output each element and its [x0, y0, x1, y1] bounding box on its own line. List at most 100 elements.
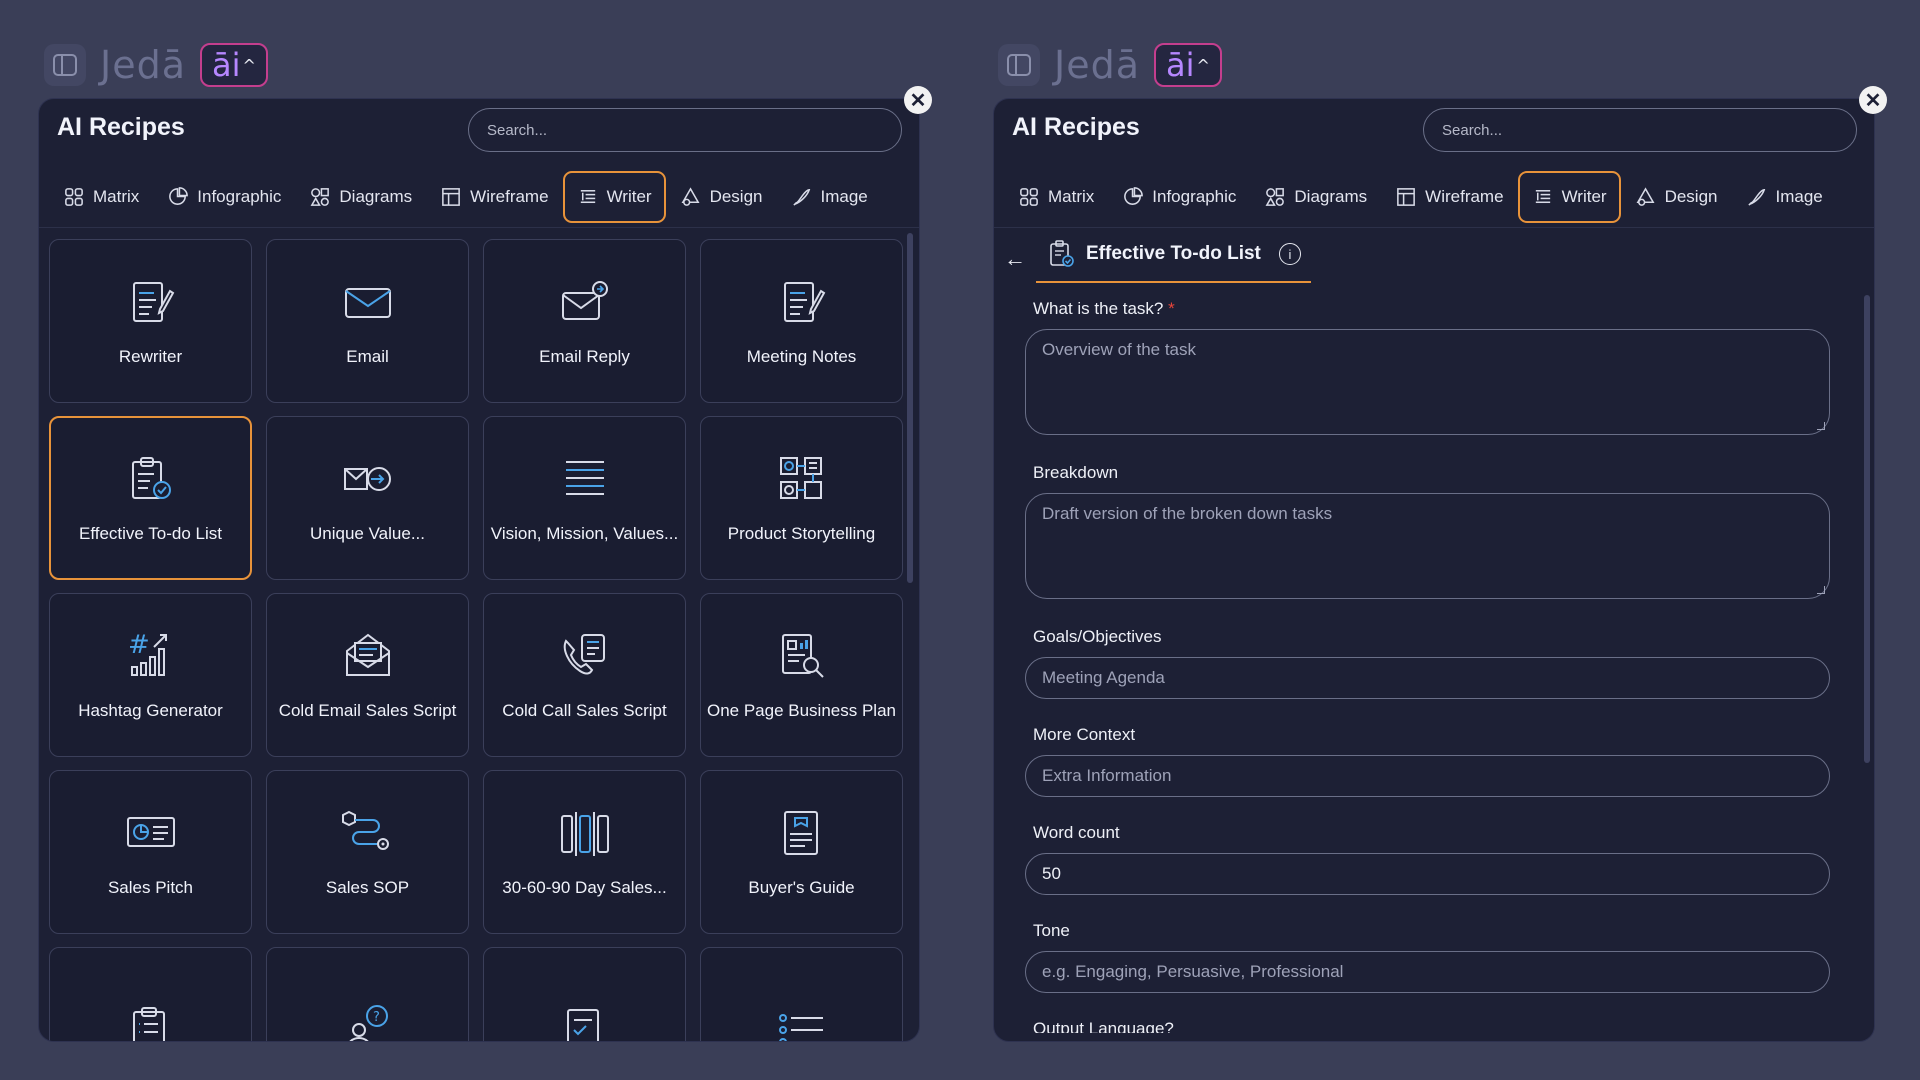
shapes-icon	[1265, 188, 1285, 206]
recipe-card[interactable]	[483, 947, 686, 1041]
sidebar-icon	[1007, 54, 1031, 76]
recipe-card[interactable]: ?	[266, 947, 469, 1041]
recipe-card-email-reply[interactable]: Email Reply	[483, 239, 686, 403]
tab-label: Design	[1664, 187, 1718, 206]
document-check-icon	[566, 1009, 599, 1041]
context-input[interactable]: Extra Information	[1025, 755, 1830, 797]
tab-image[interactable]: Image	[777, 171, 882, 223]
document-pen-icon	[783, 282, 825, 322]
wireframe-icon	[1397, 188, 1416, 206]
recipe-card-email[interactable]: Email	[266, 239, 469, 403]
info-icon[interactable]: i	[1278, 243, 1301, 265]
recipe-card-label: Email Reply	[539, 347, 630, 366]
recipe-card-hashtag-generator[interactable]: # Hashtag Generator	[49, 593, 252, 757]
goals-input[interactable]: Meeting Agenda	[1025, 657, 1830, 699]
recipe-card-30-60-90-day-sales[interactable]: 30-60-90 Day Sales...	[483, 770, 686, 934]
ai-recipes-panel-right: AI Recipes Matrix Infographic Diagrams Wire…	[993, 98, 1875, 1042]
ai-recipes-panel-left: AI Recipes Matrix Infographic Diagrams Wire…	[38, 98, 920, 1042]
recipe-card[interactable]	[49, 947, 252, 1041]
recipe-card-buyer-s-guide[interactable]: Buyer's Guide	[700, 770, 903, 934]
recipe-form: What is the task? * Overview of the task…	[1025, 299, 1830, 1041]
pie-icon	[169, 187, 189, 205]
task-placeholder: Overview of the task	[1042, 340, 1197, 359]
recipe-card-label: Rewriter	[118, 347, 183, 366]
jeda-logo[interactable]: Jedā	[1054, 43, 1140, 87]
grid-icon	[1020, 188, 1038, 206]
envelope-icon	[344, 288, 391, 318]
search-input[interactable]	[1423, 108, 1857, 152]
recipe-card[interactable]	[700, 947, 903, 1041]
info-glyph: i	[1288, 246, 1292, 262]
wireframe-icon	[442, 188, 461, 206]
ai-button[interactable]: āi ^	[1154, 43, 1222, 87]
recipe-card-unique-value[interactable]: Unique Value...	[266, 416, 469, 580]
recipe-card-label: Email	[346, 347, 389, 366]
recipe-card-label: Sales Pitch	[107, 878, 194, 897]
task-textarea[interactable]: Overview of the task	[1025, 329, 1830, 435]
recipe-card-one-page-business-plan[interactable]: One Page Business Plan	[700, 593, 903, 757]
tab-wireframe[interactable]: Wireframe	[1381, 171, 1517, 223]
close-left-panel-button[interactable]: ✕	[904, 86, 932, 114]
tab-image[interactable]: Image	[1732, 171, 1837, 223]
tone-placeholder: e.g. Engaging, Persuasive, Professional	[1042, 962, 1344, 981]
tab-design[interactable]: Design	[666, 171, 777, 223]
tab-writer[interactable]: Writer	[1517, 171, 1621, 223]
recipe-card-label: Buyer's Guide	[748, 878, 855, 897]
envelope-reply-icon	[561, 281, 608, 320]
search-input[interactable]	[468, 108, 902, 152]
wordcount-label: Word count	[1033, 823, 1120, 842]
recipe-card-sales-sop[interactable]: Sales SOP	[266, 770, 469, 934]
scrollbar[interactable]	[1864, 295, 1870, 763]
tab-matrix[interactable]: Matrix	[49, 171, 153, 223]
tab-diagrams[interactable]: Diagrams	[295, 171, 426, 223]
recipe-card-effective-to-do-list[interactable]: Effective To-do List	[49, 416, 252, 580]
tab-label: Diagrams	[339, 187, 413, 206]
jeda-logo[interactable]: Jedā	[100, 43, 186, 87]
tab-matrix[interactable]: Matrix	[1004, 171, 1108, 223]
recipe-card-cold-email-sales-script[interactable]: Cold Email Sales Script	[266, 593, 469, 757]
tab-infographic[interactable]: Infographic	[1108, 171, 1250, 223]
image-icon	[1747, 189, 1765, 206]
ai-button[interactable]: āi ^	[200, 43, 268, 87]
clipboard-check-icon	[131, 457, 171, 499]
goals-label: Goals/Objectives	[1033, 627, 1162, 646]
resize-grip-icon[interactable]	[1817, 422, 1825, 430]
recipe-card-product-storytelling[interactable]: Product Storytelling	[700, 416, 903, 580]
sidebar-toggle-button[interactable]	[44, 44, 86, 86]
recipe-card-meeting-notes[interactable]: Meeting Notes	[700, 239, 903, 403]
divider	[39, 227, 919, 228]
document-pen-icon	[132, 282, 174, 322]
recipe-card-rewriter[interactable]: Rewriter	[49, 239, 252, 403]
recipe-grid: Rewriter Email Email Reply Meeting Notes Eff…	[49, 239, 905, 1041]
close-right-panel-button[interactable]: ✕	[1859, 86, 1887, 114]
tab-label: Image	[1775, 187, 1823, 206]
guide-document-icon	[783, 811, 818, 855]
tab-diagrams[interactable]: Diagrams	[1250, 171, 1381, 223]
recipe-card-label: Cold Email Sales Script	[278, 701, 457, 720]
tone-input[interactable]: e.g. Engaging, Persuasive, Professional	[1025, 951, 1830, 993]
tab-writer[interactable]: Writer	[562, 171, 666, 223]
tab-design[interactable]: Design	[1621, 171, 1732, 223]
wordcount-input[interactable]: 50	[1025, 853, 1830, 895]
tab-label: Writer	[606, 187, 652, 206]
tab-label: Writer	[1561, 187, 1607, 206]
recipe-card-label: One Page Business Plan	[706, 701, 896, 720]
tab-label: Matrix	[1048, 187, 1095, 206]
recipe-card-label: Meeting Notes	[746, 347, 857, 366]
recipe-card-vision-mission-values[interactable]: Vision, Mission, Values...	[483, 416, 686, 580]
sidebar-icon	[53, 54, 77, 76]
resize-grip-icon[interactable]	[1817, 586, 1825, 594]
clipboard-list-icon	[132, 1007, 165, 1041]
scrollbar[interactable]	[907, 233, 913, 583]
sidebar-toggle-button[interactable]	[998, 44, 1040, 86]
recipe-card-sales-pitch[interactable]: Sales Pitch	[49, 770, 252, 934]
value-icon	[343, 467, 391, 491]
breakdown-textarea[interactable]: Draft version of the broken down tasks	[1025, 493, 1830, 599]
tab-wireframe[interactable]: Wireframe	[426, 171, 562, 223]
tab-infographic[interactable]: Infographic	[153, 171, 295, 223]
recipe-header-row: ← Effective To-do List i	[1004, 235, 1311, 283]
category-tabs: Matrix Infographic Diagrams Wireframe Writer…	[49, 171, 882, 223]
recipe-card-cold-call-sales-script[interactable]: Cold Call Sales Script	[483, 593, 686, 757]
recipe-card-label: Product Storytelling	[727, 524, 876, 543]
back-arrow-icon[interactable]: ←	[1004, 246, 1026, 272]
